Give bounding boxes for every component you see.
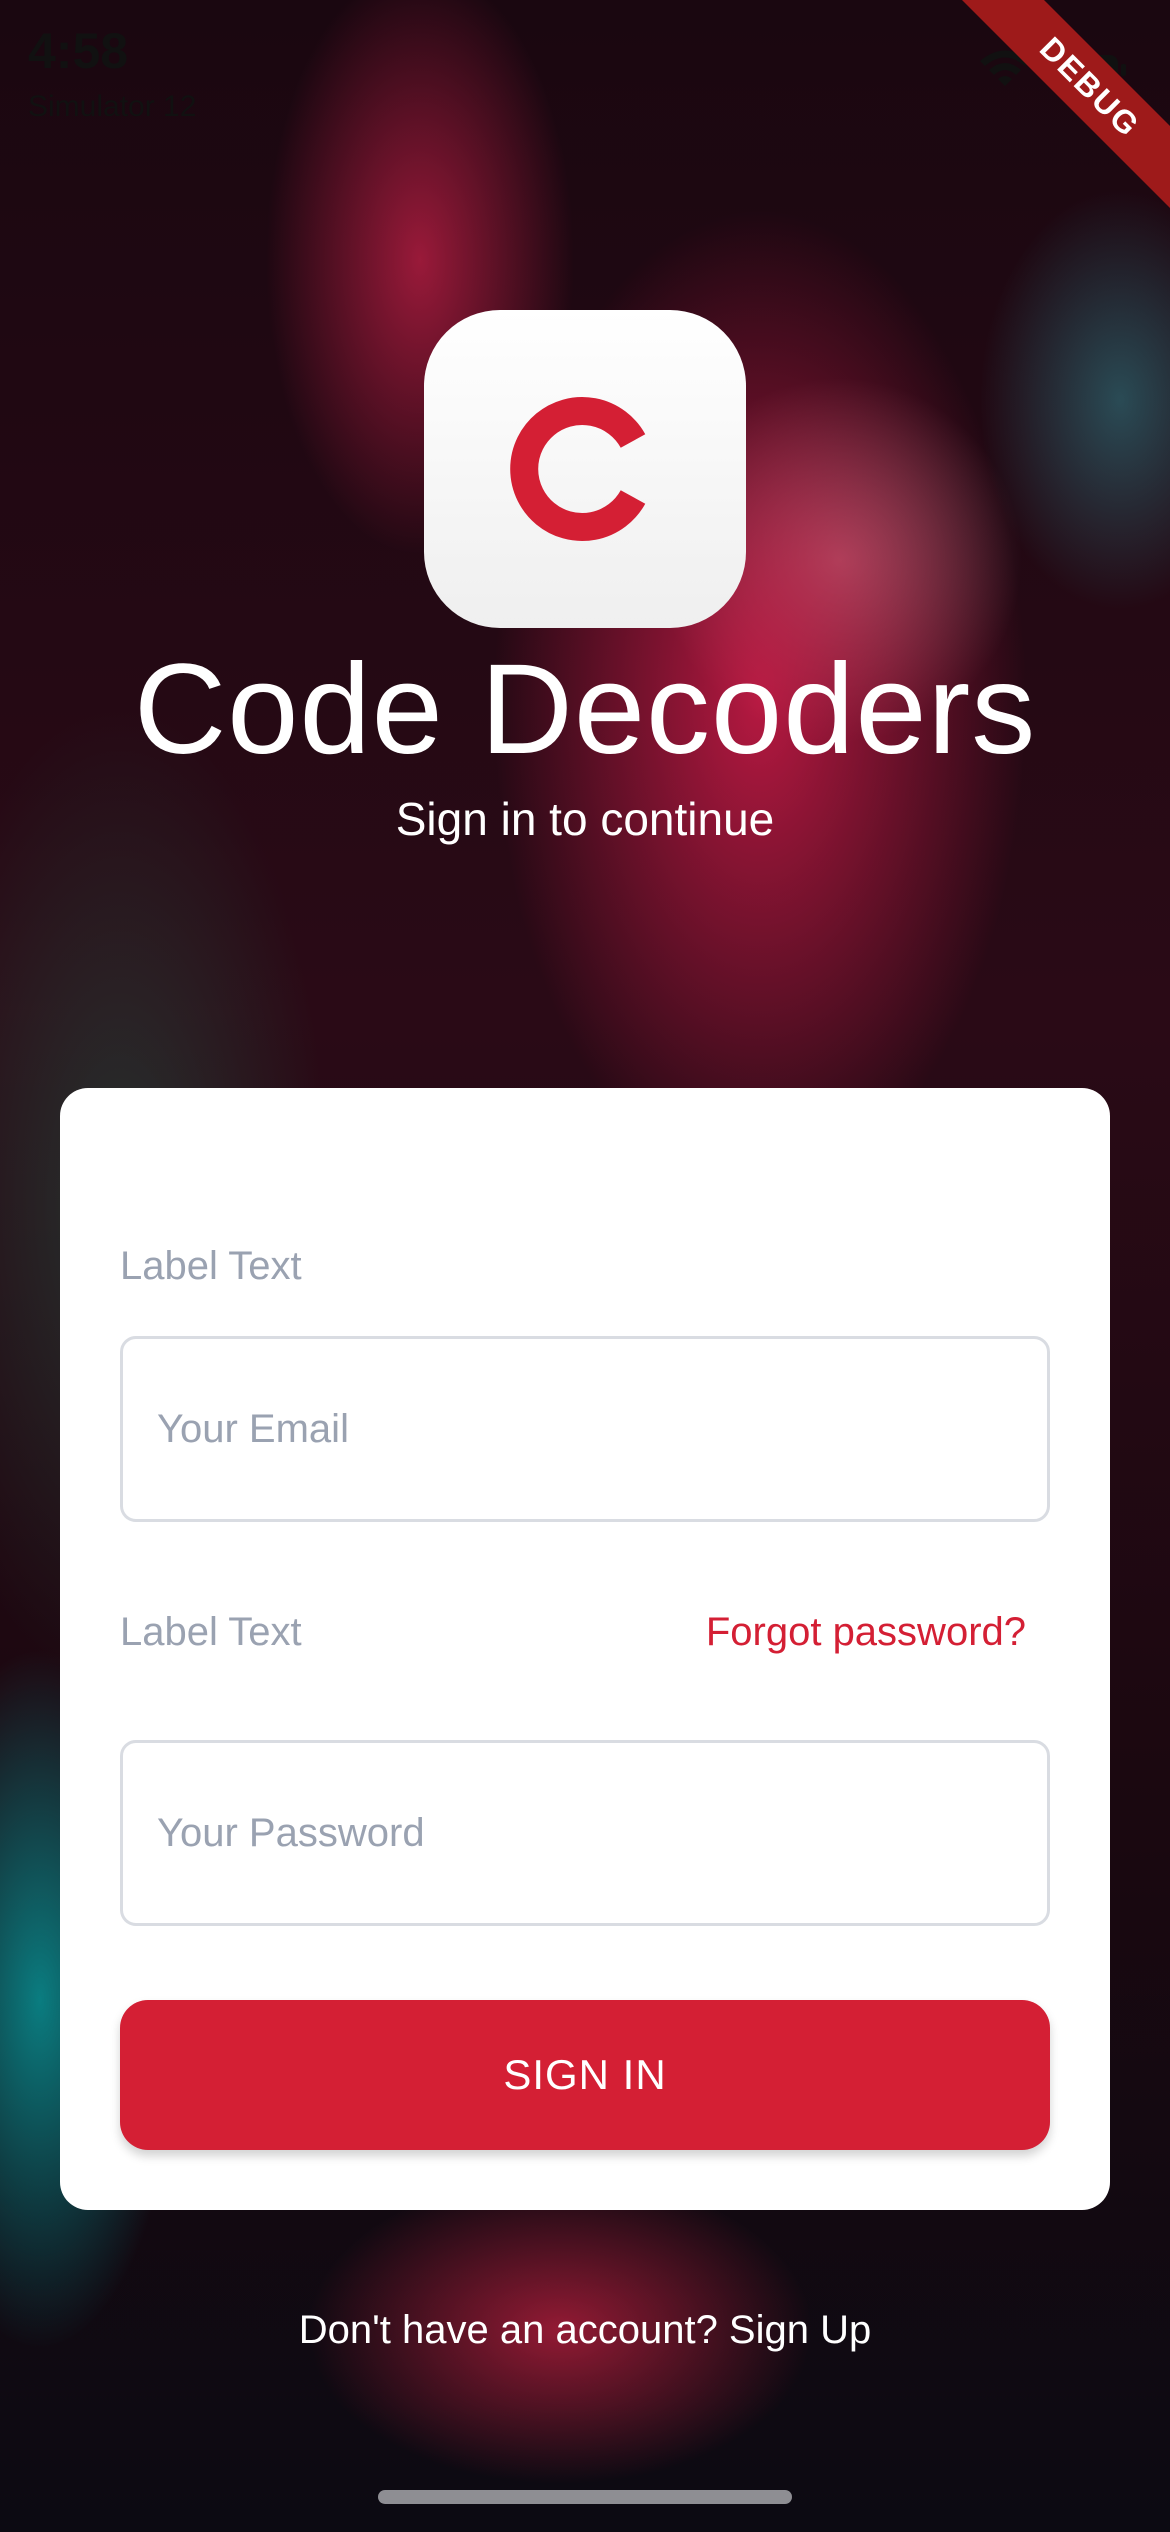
sign-in-button[interactable]: SIGN IN [120, 2000, 1050, 2150]
status-carrier: Simulator 12 [28, 90, 197, 123]
debug-banner: DEBUG [956, 0, 1170, 221]
app-logo [424, 310, 746, 628]
sign-up-link[interactable]: Don't have an account? Sign Up [0, 2308, 1170, 2353]
status-time: 4:58 [28, 23, 129, 79]
password-field[interactable]: Your Password [120, 1740, 1050, 1926]
login-screen: 4:58 Simulator 12 DEBUG Code Decoders Si… [0, 0, 1170, 2532]
debug-banner-label: DEBUG [1033, 29, 1148, 144]
password-placeholder: Your Password [157, 1810, 425, 1855]
password-label: Label Text [120, 1610, 302, 1654]
app-subtitle: Sign in to continue [395, 793, 775, 845]
email-placeholder: Your Email [157, 1406, 349, 1451]
email-label: Label Text [120, 1244, 302, 1288]
email-field[interactable]: Your Email [120, 1336, 1050, 1522]
sign-in-card: Label Text Your Email Label Text Forgot … [60, 1088, 1110, 2210]
logo-c-icon [510, 397, 646, 541]
app-title: Code Decoders [133, 638, 1037, 781]
home-indicator[interactable] [378, 2490, 792, 2504]
forgot-password-link[interactable]: Forgot password? [706, 1610, 1026, 1655]
